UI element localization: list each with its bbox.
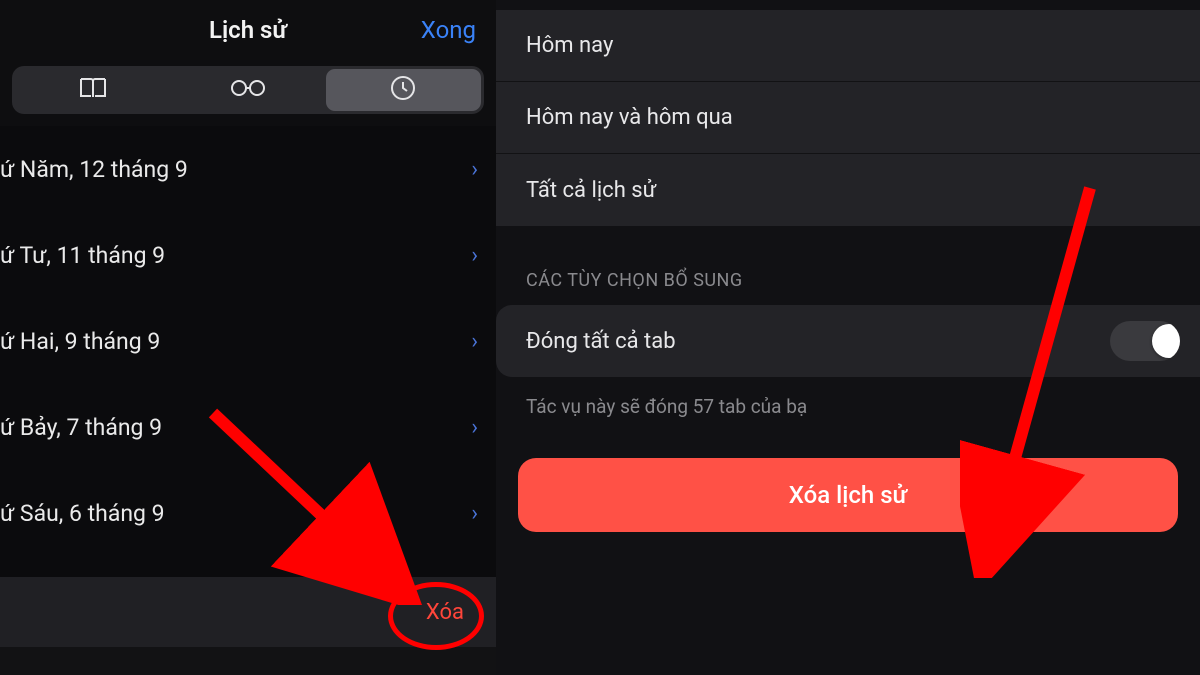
tab-reading-list[interactable] [170,69,325,111]
left-toolbar: Xóa [0,577,496,647]
chevron-right-icon: › [471,243,478,268]
clear-history-sheet: Hôm nay Hôm nay và hôm qua Tất cả lịch s… [496,0,1200,675]
clear-button[interactable]: Xóa [426,600,464,625]
done-button[interactable]: Xong [421,16,476,44]
page-title: Lịch sử [209,16,287,44]
history-day-row[interactable]: ứ Tư, 11 tháng 9 › [0,212,496,298]
clear-history-label: Xóa lịch sử [789,481,908,509]
history-day-label: ứ Hai, 9 tháng 9 [0,328,160,355]
segmented-control [12,66,484,114]
book-icon [78,76,108,104]
history-day-row[interactable]: ứ Bảy, 7 tháng 9 › [0,384,496,470]
option-label: Tất cả lịch sử [526,178,656,203]
history-day-label: ứ Sáu, 6 tháng 9 [0,500,165,527]
history-list: ứ Năm, 12 tháng 9 › ứ Tư, 11 tháng 9 › ứ… [0,126,496,577]
option-all-history[interactable]: Tất cả lịch sử [496,154,1200,226]
bottom-gap [0,647,496,675]
tab-history[interactable] [326,69,481,111]
chevron-right-icon: › [471,157,478,182]
left-header: Lịch sử Xong [0,0,496,60]
chevron-right-icon: › [471,329,478,354]
history-day-row[interactable]: ứ Năm, 12 tháng 9 › [0,126,496,212]
timeframe-options: Hôm nay Hôm nay và hôm qua Tất cả lịch s… [496,10,1200,226]
option-today[interactable]: Hôm nay [496,10,1200,82]
clear-history-button[interactable]: Xóa lịch sử [518,458,1178,532]
close-tabs-hint: Tác vụ này sẽ đóng 57 tab của bạ [496,377,1200,418]
option-label: Hôm nay và hôm qua [526,105,733,130]
history-day-row[interactable]: ứ Sáu, 6 tháng 9 › [0,470,496,556]
section-header: CÁC TÙY CHỌN BỔ SUNG [496,226,1200,305]
toggle-knob [1152,324,1180,358]
segmented-control-wrap [0,60,496,122]
chevron-right-icon: › [471,501,478,526]
clock-icon [390,75,416,105]
option-label: Hôm nay [526,33,613,58]
tab-bookmarks[interactable] [15,69,170,111]
close-all-tabs-toggle[interactable] [1110,321,1180,361]
option-today-yesterday[interactable]: Hôm nay và hôm qua [496,82,1200,154]
chevron-right-icon: › [471,415,478,440]
history-day-label: ứ Bảy, 7 tháng 9 [0,414,162,441]
history-day-label: ứ Năm, 12 tháng 9 [0,156,188,183]
toggle-label: Đóng tất cả tab [526,329,676,354]
history-day-label: ứ Tư, 11 tháng 9 [0,242,165,269]
glasses-icon [229,78,267,102]
history-panel: Lịch sử Xong [0,0,496,675]
close-all-tabs-row[interactable]: Đóng tất cả tab [496,305,1200,377]
history-day-row[interactable]: ứ Hai, 9 tháng 9 › [0,298,496,384]
